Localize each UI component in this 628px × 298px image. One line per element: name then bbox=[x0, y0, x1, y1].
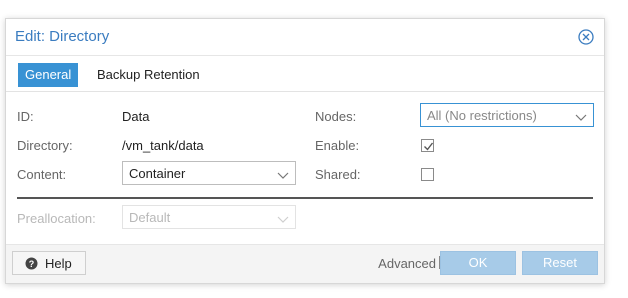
nodes-select-value: All (No restrictions) bbox=[427, 108, 537, 123]
dialog-titlebar: Edit: Directory bbox=[6, 19, 604, 56]
dialog-title: Edit: Directory bbox=[15, 28, 110, 45]
shared-checkbox[interactable] bbox=[421, 168, 434, 181]
enable-label: Enable: bbox=[315, 138, 360, 153]
content-label: Content: bbox=[17, 167, 67, 182]
directory-label: Directory: bbox=[17, 138, 73, 153]
id-value: Data bbox=[122, 109, 150, 124]
section-divider bbox=[17, 197, 593, 199]
close-icon[interactable] bbox=[578, 29, 594, 45]
question-circle-icon: ? bbox=[25, 257, 38, 270]
id-label: ID: bbox=[17, 109, 34, 124]
preallocation-select[interactable]: Default bbox=[122, 205, 296, 229]
tab-general[interactable]: General bbox=[18, 63, 79, 87]
nodes-select[interactable]: All (No restrictions) bbox=[420, 103, 594, 127]
nodes-label: Nodes: bbox=[315, 109, 357, 124]
help-button-label: Help bbox=[45, 256, 72, 271]
enable-checkbox[interactable] bbox=[421, 139, 434, 152]
edit-directory-dialog: Edit: Directory General Backup Retention… bbox=[5, 18, 605, 284]
chevron-down-icon bbox=[277, 212, 289, 223]
ok-button[interactable]: OK bbox=[440, 251, 516, 275]
svg-text:?: ? bbox=[29, 259, 35, 269]
dialog-footer: ? Help Advanced OK Reset bbox=[6, 244, 604, 283]
chevron-down-icon bbox=[277, 168, 289, 179]
help-button[interactable]: ? Help bbox=[12, 251, 86, 275]
tab-bar: General Backup Retention bbox=[6, 55, 604, 92]
tab-backup-retention[interactable]: Backup Retention bbox=[90, 63, 207, 87]
content-select[interactable]: Container bbox=[122, 161, 296, 185]
preallocation-label: Preallocation: bbox=[17, 211, 96, 226]
advanced-label: Advanced bbox=[378, 256, 436, 271]
content-select-value: Container bbox=[129, 166, 186, 181]
shared-label: Shared: bbox=[315, 167, 361, 182]
chevron-down-icon bbox=[575, 110, 587, 121]
directory-value: /vm_tank/data bbox=[122, 138, 204, 153]
reset-button[interactable]: Reset bbox=[522, 251, 598, 275]
preallocation-select-value: Default bbox=[129, 210, 171, 225]
